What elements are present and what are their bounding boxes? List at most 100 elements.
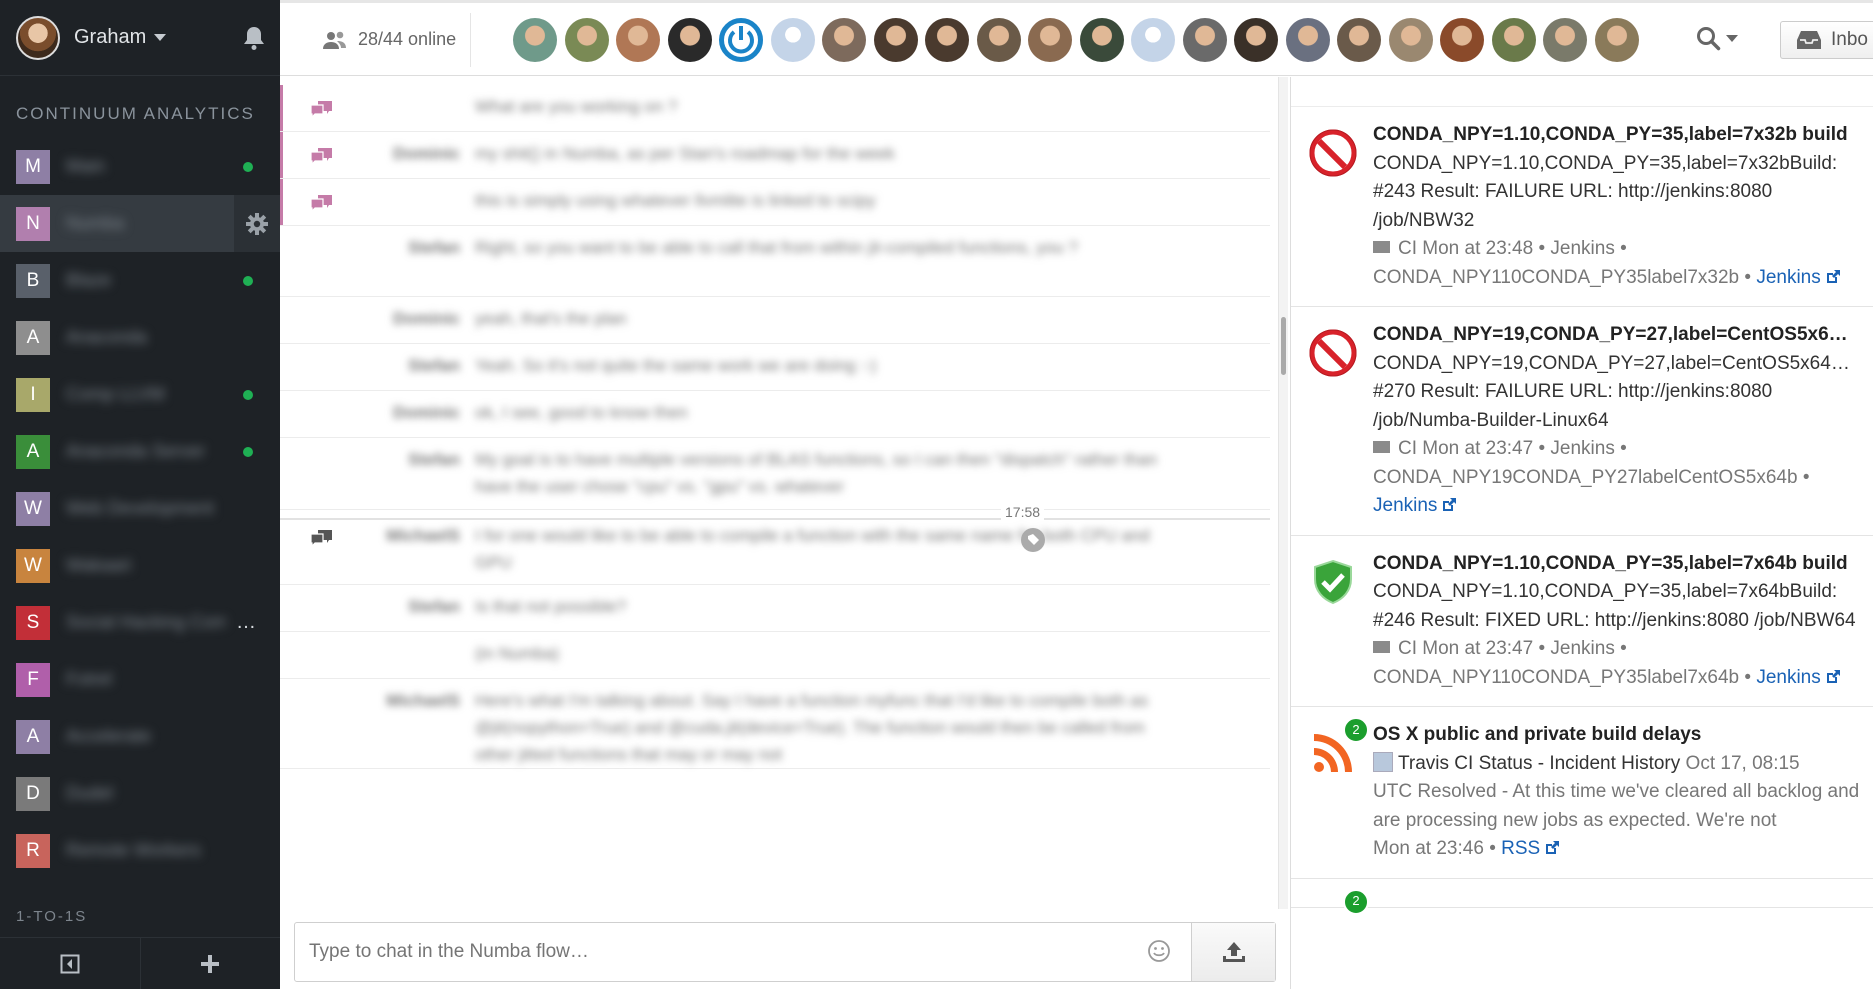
user-avatar[interactable] (873, 18, 918, 62)
online-users-button[interactable]: 28/44 online (322, 29, 456, 50)
user-avatar[interactable] (1079, 18, 1124, 62)
user-avatar[interactable] (616, 18, 660, 62)
activity-body: #243 Result: FAILURE URL: http://jenkins… (1373, 181, 1773, 231)
user-avatar[interactable] (1491, 18, 1536, 62)
message-text: Right, so you want to be able to call th… (475, 238, 1078, 257)
sidebar-item-flow[interactable]: D Dudel (0, 765, 280, 822)
user-avatar[interactable] (667, 18, 712, 62)
sidebar-item-flow[interactable]: I Comp LLVM (0, 366, 280, 423)
jenkins-link[interactable]: Jenkins (1756, 267, 1820, 288)
user-avatar[interactable] (1594, 18, 1639, 62)
user-avatar[interactable] (1028, 18, 1072, 62)
envelope-icon (1373, 441, 1390, 453)
chat-message[interactable]: MichaelS I for one would like to be able … (280, 514, 1270, 585)
sidebar-item-flow[interactable]: B Blaze (0, 252, 280, 309)
user-avatar[interactable] (1440, 18, 1484, 62)
user-avatar[interactable] (719, 18, 763, 62)
activity-line1: CONDA_NPY=1.10,CONDA_PY=35,label=7x64bBu… (1373, 581, 1838, 602)
activity-item[interactable]: CONDA_NPY=1.10,CONDA_PY=35,label=7x64b b… (1291, 536, 1873, 707)
user-name[interactable]: Graham (74, 26, 146, 49)
activity-item[interactable]: 2 OS X public and private build delays Tra… (1291, 707, 1873, 879)
collapse-sidebar-button[interactable] (0, 938, 140, 989)
sidebar-item-flow[interactable]: A Anaconda (0, 309, 280, 366)
thread-icon[interactable] (310, 528, 334, 548)
chevron-down-icon (1726, 35, 1738, 42)
user-avatar[interactable] (1543, 18, 1587, 62)
activity-list: CONDA_NPY=1.10,CONDA_PY=35,label=7x32b b… (1291, 107, 1873, 915)
flow-letter-badge: F (16, 662, 50, 697)
flow-label: Fotrel (66, 669, 113, 689)
emoji-icon[interactable] (1147, 939, 1171, 968)
rss-link[interactable]: RSS (1501, 838, 1540, 859)
activity-title[interactable]: OS X public and private build delays (1373, 721, 1855, 750)
chevron-down-icon[interactable] (154, 34, 167, 41)
chat-message[interactable]: What are you working on ? (280, 85, 1270, 132)
activity-title[interactable]: CONDA_NPY=1.10,CONDA_PY=35,label=7x32b b… (1373, 121, 1855, 150)
user-avatar[interactable] (1285, 18, 1330, 62)
thread-icon[interactable] (310, 99, 334, 119)
org-name: CONTINUUM ANALYTICS (16, 104, 255, 123)
chat-message[interactable]: (in Numba) (280, 632, 1270, 679)
sidebar-item-flow[interactable]: A Accelerate (0, 708, 280, 765)
search-button[interactable] (1696, 26, 1738, 52)
user-menu[interactable]: Graham (0, 0, 280, 76)
scrollbar-thumb[interactable] (1281, 317, 1286, 375)
user-avatar[interactable] (513, 18, 557, 62)
flow-label: Web Development (66, 498, 214, 518)
flow-letter-badge: S (16, 605, 50, 640)
online-indicator (243, 275, 253, 286)
chat-message[interactable]: Stefan Yeah. So it's not quite the same w… (280, 344, 1270, 391)
user-avatar[interactable] (1388, 18, 1433, 62)
sidebar-item-flow[interactable]: W Web Development (0, 480, 280, 537)
chat-message[interactable]: MichaelS Here's what I'm talking about. S… (280, 679, 1270, 769)
chat-message[interactable]: this is simply using whatever llvmlite i… (280, 179, 1270, 226)
user-avatar[interactable] (822, 18, 866, 62)
activity-title[interactable]: CONDA_NPY=19,CONDA_PY=27,label=CentOS5x6… (1373, 321, 1855, 350)
activity-title[interactable]: CONDA_NPY=1.10,CONDA_PY=35,label=7x64b b… (1373, 550, 1855, 579)
chat-message[interactable]: Dominic my shit() in Numba, as per Stan's… (280, 132, 1270, 179)
sidebar-item-flow[interactable]: SSocial Hacking Community… (0, 594, 280, 651)
jenkins-link[interactable]: Jenkins (1756, 667, 1820, 688)
chat-message[interactable]: Stefan My goal is to have multiple versio… (280, 438, 1270, 510)
search-icon (1697, 27, 1721, 51)
activity-item[interactable]: 2 (1291, 879, 1873, 915)
user-avatar[interactable] (564, 18, 609, 62)
sidebar-item-flow[interactable]: R Remote Workers (0, 822, 280, 879)
user-avatar[interactable] (925, 18, 969, 62)
user-avatar[interactable] (976, 18, 1021, 62)
thread-icon[interactable] (310, 193, 334, 213)
user-avatar[interactable] (1182, 18, 1227, 62)
sidebar-item-flow[interactable]: F Fotrel (0, 651, 280, 708)
chat-scrollbar[interactable] (1278, 77, 1288, 909)
inbox-button[interactable]: Inbo (1780, 21, 1873, 59)
activity-meta-text: CI Mon at 23:47 • Jenkins • (1398, 638, 1627, 659)
upload-button[interactable] (1191, 923, 1275, 981)
chat-message[interactable]: Stefan Right, so you want to be able to c… (280, 226, 1270, 297)
sidebar-item-flow[interactable]: W Wakaari (0, 537, 280, 594)
bell-icon[interactable] (242, 25, 264, 51)
user-avatar[interactable] (1234, 18, 1278, 62)
user-avatar[interactable] (16, 15, 60, 60)
chat-message[interactable]: Dominic yeah, that's the plan (280, 297, 1270, 344)
tag-icon[interactable] (1021, 528, 1045, 552)
flow-label: Anaconda Server (66, 441, 206, 461)
activity-source: Travis CI Status - Incident History (1398, 752, 1681, 774)
chat-message[interactable]: Dominic ok, I see, good to know then (280, 391, 1270, 438)
activity-item[interactable]: CONDA_NPY=19,CONDA_PY=27,label=CentOS5x6… (1291, 307, 1873, 536)
activity-item[interactable]: CONDA_NPY=1.10,CONDA_PY=35,label=7x32b b… (1291, 107, 1873, 307)
sidebar-item-flow[interactable]: M Main (0, 138, 280, 195)
sidebar-item-flow[interactable]: N Numba (0, 195, 280, 252)
online-count: 28/44 online (358, 29, 457, 49)
chat-input[interactable] (295, 923, 1189, 981)
thread-icon[interactable] (310, 146, 334, 166)
sidebar: Graham CONTINUUM ANALYTICS M Main N Numba B B… (0, 0, 280, 989)
jenkins-link[interactable]: Jenkins (1373, 495, 1437, 516)
stop-icon (1309, 129, 1357, 177)
user-avatar[interactable] (1131, 18, 1175, 62)
gear-icon[interactable] (234, 195, 280, 252)
user-avatar[interactable] (770, 18, 815, 62)
user-avatar[interactable] (1337, 18, 1381, 62)
sidebar-item-flow[interactable]: A Anaconda Server (0, 423, 280, 480)
add-flow-button[interactable] (139, 938, 281, 989)
chat-message[interactable]: Stefan Is that not possible? (280, 585, 1270, 632)
